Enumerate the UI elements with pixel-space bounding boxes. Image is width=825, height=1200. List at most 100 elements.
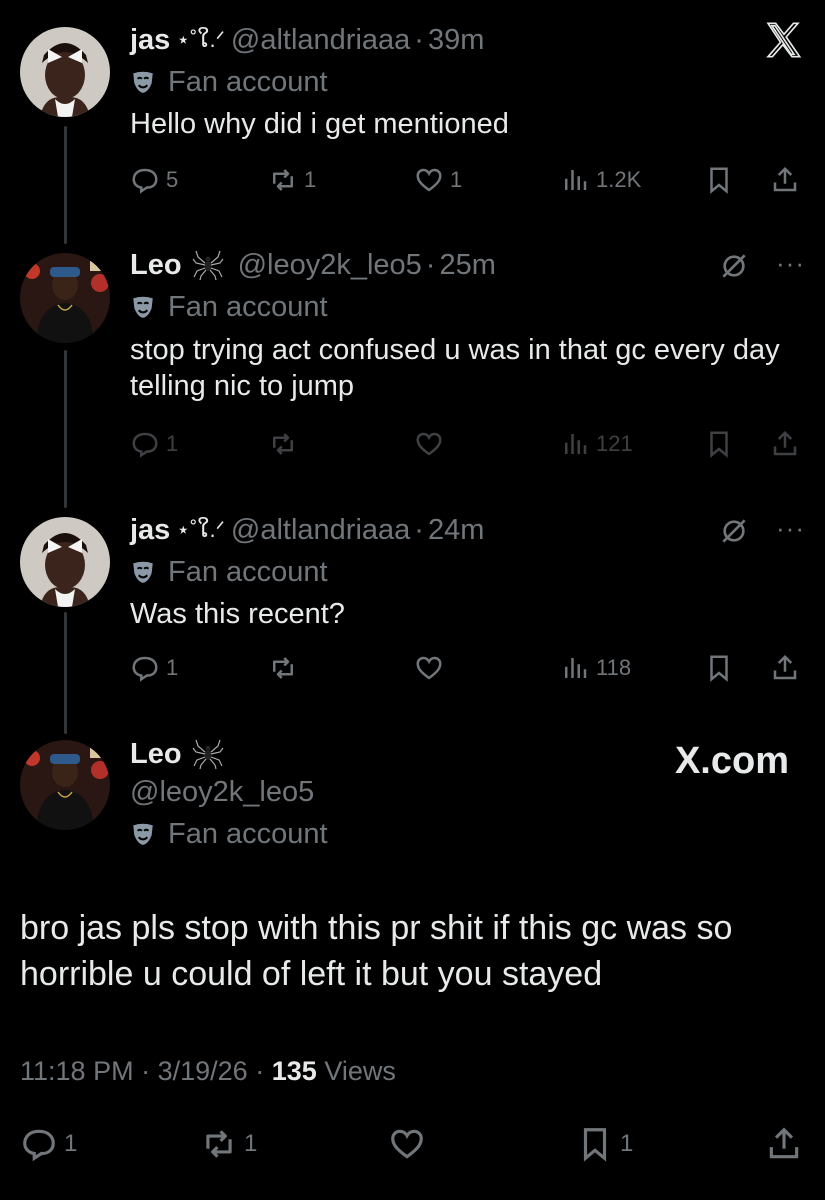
tweet-text: Was this recent? [130,598,345,630]
separator-dot: · [414,24,424,56]
share-icon [773,166,797,192]
repost-button[interactable] [268,650,298,686]
more-options-button[interactable]: ··· [776,248,805,279]
tweet-text: stop trying act confused u was in that g… [130,334,780,402]
tweet-actions: 5 1 1 1.2K [130,162,805,198]
avatar[interactable] [20,27,110,117]
display-name[interactable]: jas [130,512,170,548]
tweet-meta: 11:18 PM · 3/19/26 · 135 Views [20,1056,396,1087]
tweet-header: jas ⋆˚ໃ.ᐟ @altlandriaaa · 24m [130,512,484,548]
share-icon [773,430,797,456]
mask-icon [133,296,153,318]
avatar[interactable] [20,517,110,607]
bookmark-icon [710,655,728,682]
main-tweet-actions: 1 1 1 [20,1122,805,1166]
like-icon [416,168,442,192]
share-button[interactable] [770,162,800,198]
reply-button[interactable]: 5 [130,162,178,198]
tweet[interactable]: jas ⋆˚ໃ.ᐟ @altlandriaaa · 39m Fan accoun… [0,0,825,240]
separator-dot: · [255,1056,265,1086]
like-count: 1 [450,167,463,192]
grok-icon[interactable] [718,515,750,547]
fan-account-text: Fan account [168,66,328,98]
fan-account-label: Fan account [130,816,328,852]
views-button[interactable]: 121 [560,426,633,462]
repost-icon [273,657,293,679]
avatar[interactable] [20,253,110,343]
user-handle[interactable]: @leoy2k_leo5 [130,774,314,810]
fan-account-label: Fan account [130,289,328,325]
user-handle[interactable]: @altlandriaaa [231,22,410,58]
tweet-date[interactable]: 3/19/26 [158,1056,248,1086]
share-button[interactable] [770,426,800,462]
bookmark-count: 1 [620,1130,634,1157]
like-button[interactable] [388,1122,426,1166]
reply-icon [23,1129,55,1162]
reply-count: 5 [166,167,179,192]
fan-account-text: Fan account [168,818,328,850]
tweet-header: Leo @leoy2k_leo5 · 25m [130,247,496,283]
like-button[interactable] [414,650,444,686]
reply-count: 1 [166,431,179,456]
tweet[interactable]: jas ⋆˚ໃ.ᐟ @altlandriaaa · 24m ··· Fan ac… [0,505,825,730]
views-button[interactable]: 1.2K [560,162,641,198]
bookmark-button[interactable] [704,426,734,462]
views-icon [565,170,587,190]
repost-button[interactable]: 1 [200,1122,257,1166]
avatar[interactable] [20,740,110,830]
views-button[interactable]: 118 [560,650,631,686]
repost-button[interactable]: 1 [268,162,316,198]
timestamp[interactable]: 24m [428,512,484,548]
views-count: 118 [596,655,632,680]
like-button[interactable] [414,426,444,462]
name-decoration: ⋆˚ໃ.ᐟ [176,27,225,52]
reply-count: 1 [64,1130,78,1157]
timestamp[interactable]: 25m [439,247,495,283]
display-name[interactable]: jas [130,22,170,58]
views-count: 121 [596,431,633,456]
fan-account-text: Fan account [168,556,328,588]
reply-button[interactable]: 1 [130,426,178,462]
user-handle[interactable]: @altlandriaaa [231,512,410,548]
bookmark-button[interactable]: 1 [576,1122,633,1166]
reply-icon [132,656,158,682]
mask-icon [133,561,153,583]
repost-count: 1 [304,167,317,192]
main-tweet-text: bro jas pls stop with this pr shit if th… [20,909,733,993]
xcom-watermark: X.com [674,740,789,782]
bookmark-icon [583,1128,607,1162]
timestamp[interactable]: 39m [428,22,484,58]
share-button[interactable] [765,1122,803,1166]
fan-account-label: Fan account [130,64,328,100]
views-icon [565,658,587,678]
more-options-button[interactable]: ··· [776,513,805,544]
user-handle[interactable]: @leoy2k_leo5 [238,247,422,283]
mask-icon [133,823,153,845]
views-number: 135 [271,1056,317,1086]
fan-account-label: Fan account [130,554,328,590]
reply-icon [132,432,158,458]
display-name[interactable]: Leo [130,736,182,772]
views-label: Views [324,1056,396,1086]
spider-icon [192,250,224,281]
bookmark-icon [710,167,728,194]
like-icon [416,656,442,680]
reply-button[interactable]: 1 [130,650,178,686]
mask-icon [133,71,153,93]
bookmark-button[interactable] [704,650,734,686]
repost-button[interactable] [268,426,298,462]
display-name[interactable]: Leo [130,247,182,283]
handle-line: @leoy2k_leo5 [130,774,314,810]
spider-icon [192,739,224,770]
repost-icon [273,169,293,191]
reply-button[interactable]: 1 [20,1122,77,1166]
grok-icon[interactable] [718,250,750,282]
tweet-time[interactable]: 11:18 PM [20,1056,134,1086]
tweet[interactable]: Leo @leoy2k_leo5 · 25m ··· Fan account s… [0,240,825,505]
separator-dot: · [141,1056,151,1086]
like-button[interactable]: 1 [414,162,462,198]
bookmark-button[interactable] [704,162,734,198]
fan-account-text: Fan account [168,291,328,323]
separator-dot: · [414,514,424,546]
share-button[interactable] [770,650,800,686]
